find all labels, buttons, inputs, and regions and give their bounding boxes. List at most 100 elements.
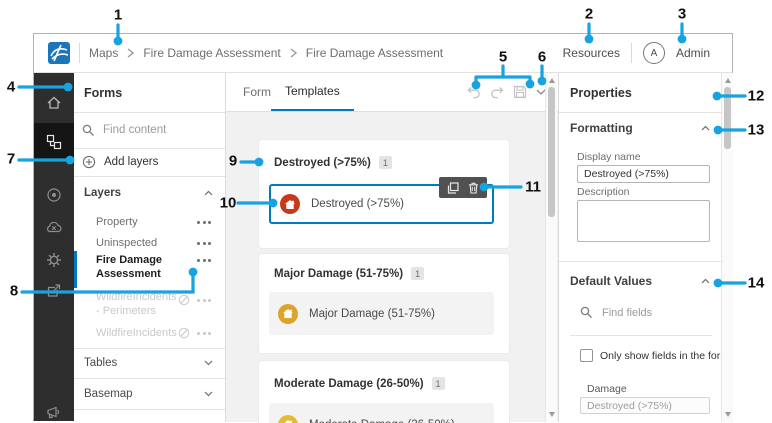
template-item-label: Destroyed (>75%) [311, 198, 404, 210]
layer-row-wildfire-perimeters[interactable]: WildfireIncidents - Perimeters [74, 290, 225, 322]
editor-panel: Form Templates [226, 73, 558, 422]
callout-11: 11 [525, 179, 541, 196]
divider [559, 261, 721, 262]
more-options-icon[interactable] [197, 259, 211, 262]
undo-icon[interactable] [467, 86, 481, 99]
layer-name: WildfireIncidents [96, 326, 177, 340]
template-item-label: Moderate Damage (26-50%) [309, 419, 455, 423]
damaged-house-icon [282, 419, 294, 423]
display-name-input[interactable] [577, 165, 710, 183]
trash-icon[interactable] [468, 182, 479, 194]
user-menu[interactable]: Admin [676, 46, 710, 60]
divider [74, 409, 225, 410]
properties-title: Properties [570, 86, 632, 100]
tables-section-header[interactable]: Tables [74, 348, 225, 378]
resources-link[interactable]: Resources [563, 46, 620, 60]
rail-geofences-button[interactable] [34, 178, 74, 212]
rail-offline-button[interactable] [34, 210, 74, 244]
template-group-moderate-damage: Moderate Damage (26-50%) 1 Moderate Dama… [259, 361, 509, 423]
divider [74, 176, 225, 177]
left-rail [34, 73, 74, 421]
tab-templates[interactable]: Templates [271, 73, 354, 111]
basemap-section-label: Basemap [84, 388, 133, 400]
chevron-up-icon [701, 278, 710, 284]
scroll-up-arrow[interactable] [549, 78, 555, 83]
app-window: Maps Fire Damage Assessment Fire Damage … [33, 33, 733, 421]
breadcrumb-map-name[interactable]: Fire Damage Assessment [143, 46, 280, 60]
only-show-fields-checkbox[interactable] [580, 349, 593, 362]
damaged-house-icon [284, 199, 296, 210]
description-textarea[interactable] [577, 200, 710, 242]
more-options-icon[interactable] [197, 242, 211, 245]
redo-icon[interactable] [490, 86, 504, 99]
callout-9: 9 [229, 153, 237, 170]
callout-3: 3 [678, 6, 686, 23]
header-divider [79, 43, 80, 63]
share-icon [46, 283, 62, 299]
damaged-house-icon [282, 308, 294, 319]
find-fields-input[interactable] [602, 307, 697, 319]
rail-settings-button[interactable] [34, 243, 74, 277]
damage-field-input[interactable] [580, 397, 710, 414]
callout-1: 1 [114, 7, 122, 24]
rail-feedback-button[interactable] [34, 395, 74, 423]
layer-name: Property [96, 215, 138, 229]
display-name-label: Display name [577, 151, 641, 163]
scroll-up-arrow[interactable] [725, 78, 731, 83]
formatting-section-label: Formatting [570, 121, 633, 135]
group-label: Moderate Damage (26-50%) [274, 378, 424, 390]
scroll-down-arrow[interactable] [549, 412, 555, 417]
breadcrumb-maps[interactable]: Maps [89, 46, 118, 60]
megaphone-icon [46, 405, 62, 420]
save-icon[interactable] [513, 85, 527, 99]
not-supported-icon [178, 294, 190, 306]
rail-forms-button[interactable] [34, 123, 74, 160]
scrollbar-thumb[interactable] [548, 87, 555, 217]
layer-row-wildfireincidents[interactable]: WildfireIncidents [74, 324, 225, 342]
more-options-icon[interactable] [197, 299, 211, 302]
layers-section-label: Layers [84, 187, 121, 199]
rail-sharing-button[interactable] [34, 274, 74, 308]
group-label: Destroyed (>75%) [274, 157, 371, 169]
layer-row-uninspected[interactable]: Uninspected [74, 234, 225, 252]
template-item-major-damage[interactable]: Major Damage (51-75%) [269, 292, 494, 335]
add-layers-button[interactable]: Add layers [74, 148, 225, 176]
editor-tab-bar: Form Templates [226, 73, 558, 112]
major-damage-symbol [278, 304, 298, 324]
tables-section-label: Tables [84, 357, 117, 369]
damage-field-label: Damage [587, 383, 627, 395]
more-options-icon[interactable] [197, 221, 211, 224]
callout-14: 14 [748, 275, 765, 292]
more-options-icon[interactable] [197, 332, 211, 335]
basemap-section-header[interactable]: Basemap [74, 378, 225, 409]
home-icon [46, 95, 62, 110]
editor-scrollbar[interactable] [545, 73, 557, 422]
properties-scrollbar[interactable] [721, 73, 733, 422]
layer-row-property[interactable]: Property [74, 213, 225, 231]
destroyed-symbol [280, 194, 300, 214]
layers-section-header[interactable]: Layers [74, 180, 225, 205]
layer-name: Uninspected [96, 236, 157, 250]
scroll-down-arrow[interactable] [725, 412, 731, 417]
layer-name: WildfireIncidents - Perimeters [96, 290, 174, 318]
find-content-search[interactable] [74, 112, 225, 148]
add-layers-label: Add layers [104, 156, 158, 168]
moderate-damage-symbol [278, 415, 298, 423]
cloud-offline-icon [45, 220, 63, 235]
rail-overview-button[interactable] [34, 85, 74, 119]
duplicate-icon[interactable] [447, 182, 459, 194]
default-values-section-label: Default Values [570, 274, 652, 288]
default-values-section-header[interactable]: Default Values [570, 274, 710, 288]
find-fields-search[interactable] [580, 306, 697, 319]
avatar[interactable]: A [643, 42, 665, 64]
group-label-row: Major Damage (51-75%) 1 [274, 267, 424, 280]
layer-row-fire-damage-assessment[interactable]: Fire Damage Assessment [74, 253, 225, 287]
gear-icon [46, 252, 62, 268]
scrollbar-thumb[interactable] [724, 87, 731, 149]
formatting-section-header[interactable]: Formatting [570, 121, 710, 135]
callout-7: 7 [7, 151, 15, 168]
tab-templates-label: Templates [285, 84, 340, 98]
app-header: Maps Fire Damage Assessment Fire Damage … [34, 34, 732, 73]
search-input[interactable] [103, 124, 203, 136]
template-item-moderate-damage[interactable]: Moderate Damage (26-50%) [269, 403, 494, 423]
